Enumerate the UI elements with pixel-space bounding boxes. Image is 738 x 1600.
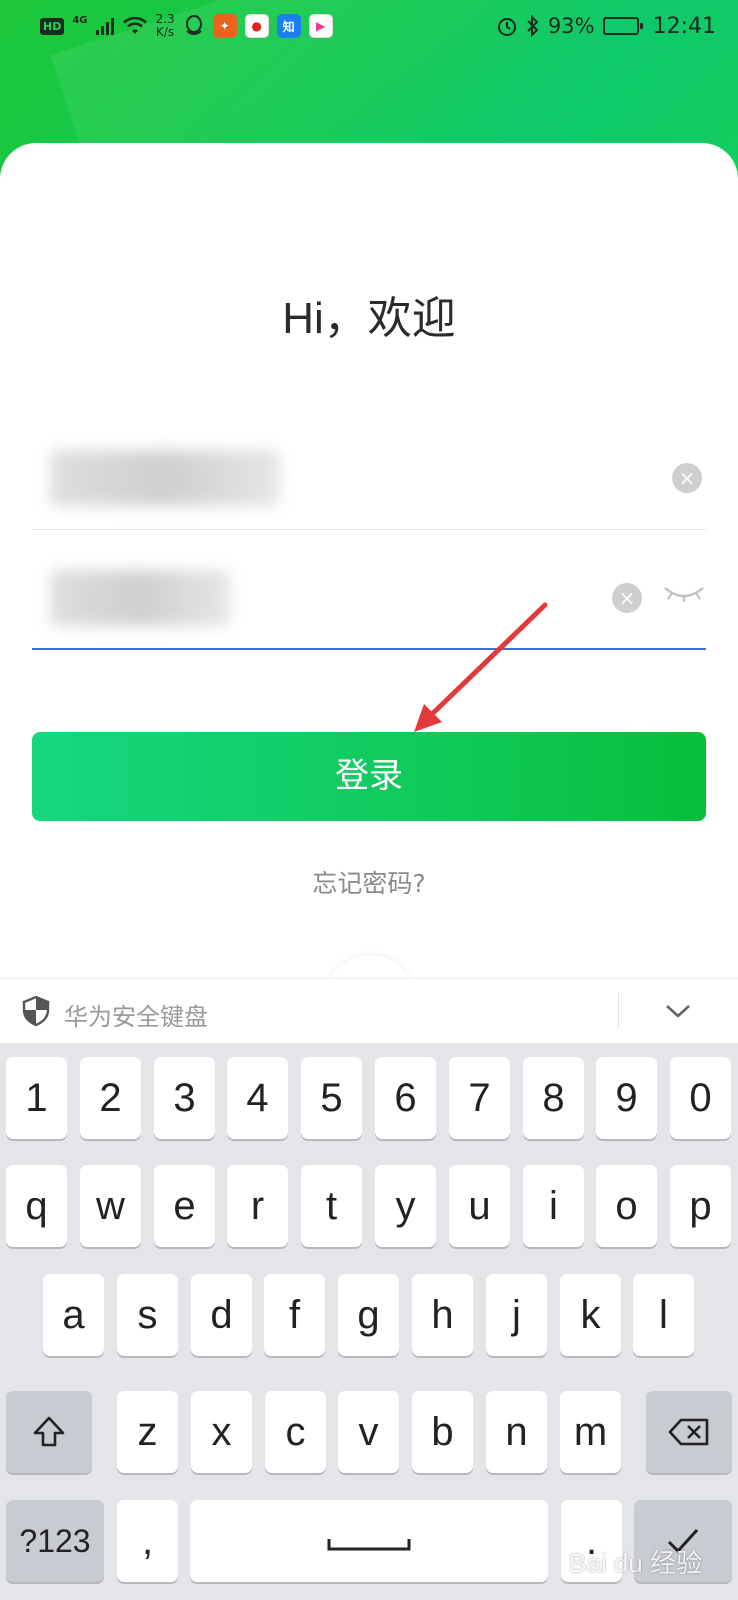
symbols-key[interactable]: ?123 bbox=[6, 1500, 104, 1582]
network-speed: 2.3 K/s bbox=[156, 13, 175, 39]
alarm-icon bbox=[497, 18, 516, 36]
key-l[interactable]: l bbox=[633, 1274, 694, 1356]
toolbar-divider bbox=[618, 993, 619, 1029]
key-r[interactable]: r bbox=[227, 1165, 288, 1247]
status-bar: HD 4G 2.3 K/s ✦ ● 知 ▶ 93% 12:41 bbox=[0, 0, 738, 52]
status-left: HD 4G 2.3 K/s ✦ ● 知 ▶ bbox=[40, 13, 333, 39]
speed-unit: K/s bbox=[155, 25, 175, 39]
key-6[interactable]: 6 bbox=[375, 1057, 436, 1139]
speed-value: 2.3 bbox=[155, 12, 175, 26]
password-value-blurred bbox=[50, 570, 230, 626]
key-j[interactable]: j bbox=[486, 1274, 547, 1356]
toutiao-icon: ● bbox=[244, 14, 269, 38]
key-1[interactable]: 1 bbox=[6, 1057, 67, 1139]
chevron-down-icon[interactable] bbox=[664, 1001, 692, 1021]
battery-percent: 93% bbox=[547, 14, 595, 38]
key-2[interactable]: 2 bbox=[80, 1057, 141, 1139]
clock: 12:41 bbox=[652, 13, 716, 39]
username-field[interactable]: × bbox=[32, 430, 706, 530]
key-i[interactable]: i bbox=[523, 1165, 584, 1247]
key-o[interactable]: o bbox=[596, 1165, 657, 1247]
key-4[interactable]: 4 bbox=[227, 1057, 288, 1139]
password-field[interactable]: × bbox=[32, 540, 706, 650]
comma-key[interactable]: , bbox=[117, 1500, 178, 1582]
key-d[interactable]: d bbox=[191, 1274, 252, 1356]
game-icon: ✦ bbox=[212, 14, 237, 38]
key-0[interactable]: 0 bbox=[670, 1057, 731, 1139]
wifi-icon bbox=[122, 16, 147, 34]
key-e[interactable]: e bbox=[154, 1165, 215, 1247]
key-a[interactable]: a bbox=[43, 1274, 104, 1356]
key-7[interactable]: 7 bbox=[449, 1057, 510, 1139]
hd-badge: HD bbox=[40, 17, 65, 35]
key-w[interactable]: w bbox=[80, 1165, 141, 1247]
key-5[interactable]: 5 bbox=[301, 1057, 362, 1139]
shield-icon bbox=[22, 995, 50, 1027]
baidu-watermark: Bai du 经验 bbox=[569, 1548, 702, 1578]
key-p[interactable]: p bbox=[670, 1165, 731, 1247]
key-3[interactable]: 3 bbox=[154, 1057, 215, 1139]
space-key[interactable] bbox=[190, 1500, 548, 1582]
key-f[interactable]: f bbox=[264, 1274, 325, 1356]
shift-key[interactable] bbox=[6, 1391, 92, 1473]
key-y[interactable]: y bbox=[375, 1165, 436, 1247]
qq-icon bbox=[185, 15, 202, 35]
key-s[interactable]: s bbox=[117, 1274, 178, 1356]
network-type: 4G bbox=[72, 14, 88, 26]
zhihu-icon: 知 bbox=[276, 14, 301, 38]
username-value-blurred bbox=[50, 450, 280, 506]
forgot-password-link[interactable]: 忘记密码? bbox=[0, 864, 738, 900]
key-g[interactable]: g bbox=[338, 1274, 399, 1356]
keyboard-toolbar: 华为安全键盘 bbox=[0, 978, 738, 1043]
keyboard: 1234567890 qwertyuiop asdfghjkl zxcvbnm ?12… bbox=[0, 1043, 738, 1600]
key-z[interactable]: z bbox=[117, 1391, 178, 1473]
key-v[interactable]: v bbox=[338, 1391, 399, 1473]
bluetooth-icon bbox=[527, 15, 539, 37]
key-t[interactable]: t bbox=[301, 1165, 362, 1247]
key-c[interactable]: c bbox=[265, 1391, 326, 1473]
key-x[interactable]: x bbox=[191, 1391, 252, 1473]
keyboard-title: 华为安全键盘 bbox=[64, 1003, 208, 1031]
key-9[interactable]: 9 bbox=[596, 1057, 657, 1139]
key-8[interactable]: 8 bbox=[523, 1057, 584, 1139]
eye-closed-icon[interactable] bbox=[662, 584, 706, 604]
key-h[interactable]: h bbox=[412, 1274, 473, 1356]
key-n[interactable]: n bbox=[486, 1391, 547, 1473]
battery-icon bbox=[602, 17, 643, 35]
key-b[interactable]: b bbox=[412, 1391, 473, 1473]
welcome-title: Hi，欢迎 bbox=[282, 294, 456, 343]
key-q[interactable]: q bbox=[6, 1165, 67, 1247]
signal-icon bbox=[95, 17, 114, 35]
clear-password-icon[interactable]: × bbox=[612, 583, 642, 613]
key-m[interactable]: m bbox=[560, 1391, 621, 1473]
status-right: 93% 12:41 bbox=[496, 14, 716, 39]
key-u[interactable]: u bbox=[449, 1165, 510, 1247]
key-k[interactable]: k bbox=[560, 1274, 621, 1356]
video-icon: ▶ bbox=[308, 14, 333, 38]
login-button[interactable]: 登录 bbox=[32, 732, 706, 821]
clear-username-icon[interactable]: × bbox=[672, 463, 702, 493]
backspace-key[interactable] bbox=[646, 1391, 732, 1473]
